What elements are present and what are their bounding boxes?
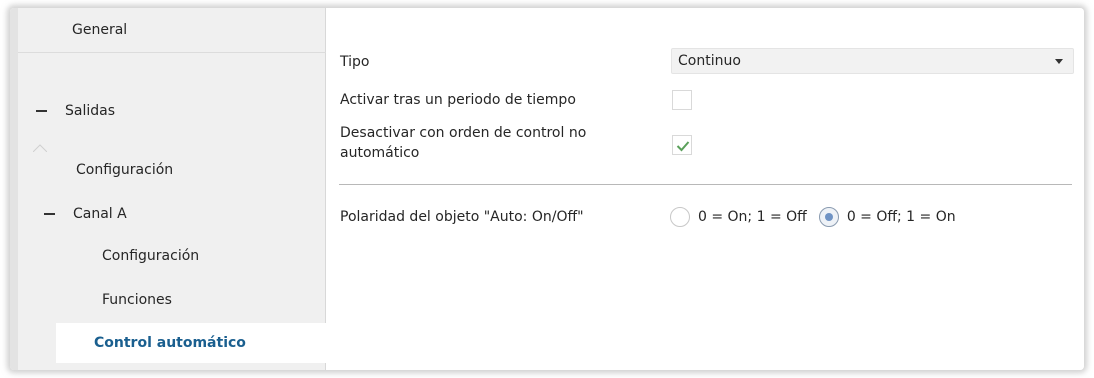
parameters-window: General Salidas Configuración Canal A Co… [10, 8, 1084, 370]
sidebar-item-label: Salidas [65, 103, 116, 119]
radio-on-off[interactable] [670, 207, 690, 227]
sidebar-item-control-automatico[interactable]: Control automático [56, 323, 328, 363]
sidebar-item-canal-a[interactable]: Canal A [18, 192, 326, 236]
sidebar-item-configuracion[interactable]: Configuración [18, 148, 326, 192]
sidebar-item-label: Configuración [102, 248, 200, 264]
radio-on-off-label: 0 = On; 1 = Off [698, 209, 807, 225]
polaridad-radio-group: 0 = On; 1 = Off 0 = Off; 1 = On [670, 205, 968, 229]
collapse-icon[interactable] [36, 110, 47, 112]
desactivar-label-line1: Desactivar con orden de control no [340, 125, 587, 141]
activar-label: Activar tras un periodo de tiempo [340, 92, 576, 108]
sidebar-item-label: Funciones [102, 292, 172, 308]
sidebar-item-label: Control automático [94, 335, 246, 351]
sidebar-item-label: General [72, 22, 128, 38]
polaridad-label: Polaridad del objeto "Auto: On/Off" [340, 209, 584, 225]
sidebar-item-funciones[interactable]: Funciones [18, 278, 326, 322]
sidebar-rail [10, 8, 18, 370]
desactivar-label: Desactivar con orden de control no autom… [340, 123, 586, 163]
desactivar-label-line2: automático [340, 145, 420, 161]
tipo-value: Continuo [678, 53, 741, 69]
radio-off-on[interactable] [818, 207, 839, 227]
radio-off-on-label: 0 = Off; 1 = On [846, 209, 956, 225]
chevron-down-icon [1055, 59, 1063, 64]
divider [339, 184, 1072, 185]
collapse-icon[interactable] [44, 213, 55, 215]
tipo-dropdown[interactable]: Continuo [671, 48, 1074, 74]
sidebar-item-salidas[interactable]: Salidas [18, 89, 326, 133]
sidebar-item-general[interactable]: General [18, 8, 326, 52]
sidebar-item-label: Configuración [76, 162, 174, 178]
sidebar-item-label: Canal A [73, 206, 127, 222]
parameters-panel: Tipo Continuo Activar tras un periodo de… [326, 8, 1084, 370]
divider [18, 52, 326, 53]
sidebar: General Salidas Configuración Canal A Co… [10, 8, 328, 370]
checkmark-icon [676, 141, 690, 152]
desactivar-checkbox[interactable] [672, 135, 692, 155]
tipo-label: Tipo [340, 54, 370, 70]
sidebar-item-canal-a-configuracion[interactable]: Configuración [18, 234, 326, 278]
activar-checkbox[interactable] [672, 90, 692, 110]
